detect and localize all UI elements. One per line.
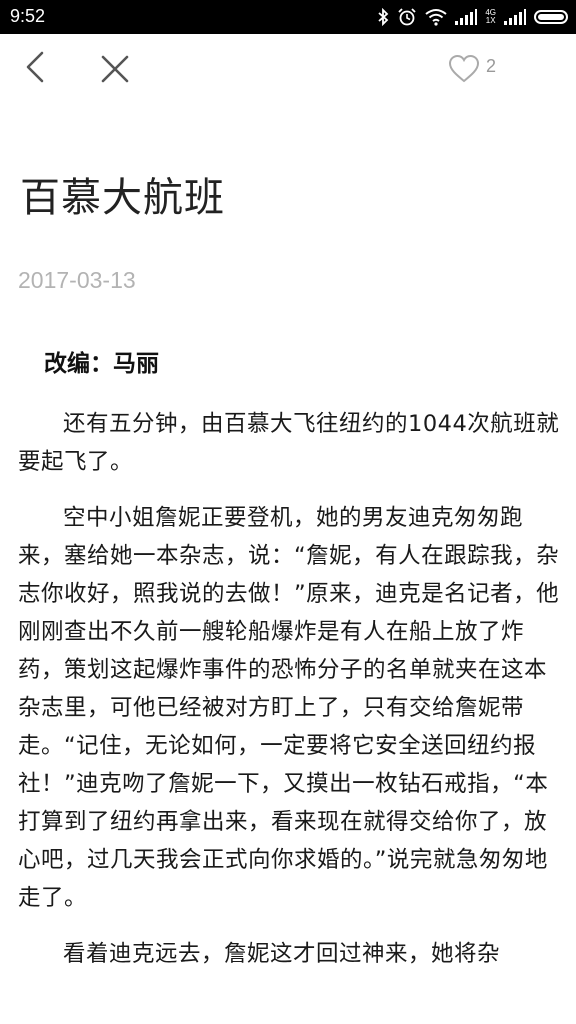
article-body: 还有五分钟，由百慕大飞往纽约的1044次航班就要起飞了。 空中小姐詹妮正要登机，… [18,405,560,991]
article-date: 2017-03-13 [18,267,136,293]
status-icons: 4G 1X [377,5,568,29]
network-type-bottom: 1X [485,16,496,25]
close-button[interactable] [98,52,132,86]
article-paragraph: 还有五分钟，由百慕大飞往纽约的1044次航班就要起飞了。 [18,411,560,475]
alarm-icon [397,7,417,27]
network-type: 4G 1X [485,9,496,25]
bluetooth-icon [377,8,389,26]
article-paragraph: 看着迪克远去，詹妮这才回过神来，她将杂 [63,941,501,967]
back-button[interactable] [20,50,52,84]
chevron-left-icon [26,51,44,83]
like-count: 2 [486,56,497,76]
wifi-icon [425,8,447,26]
status-bar: 9:52 4G 1X [0,0,576,34]
cell-signal-1-icon [455,9,478,25]
article-title: 百慕大航班 [20,175,225,221]
like-button[interactable] [448,54,480,84]
close-icon [101,55,129,83]
battery-icon [534,10,568,24]
article-author: 改编：马丽 [44,351,159,377]
heart-icon [448,54,480,83]
cell-signal-2-icon [504,9,526,25]
article-paragraph: 空中小姐詹妮正要登机，她的男友迪克匆匆跑来，塞给她一本杂志，说：“詹妮，有人在跟… [18,505,560,911]
status-time: 9:52 [10,6,46,26]
article-toolbar: 2 [0,34,576,106]
